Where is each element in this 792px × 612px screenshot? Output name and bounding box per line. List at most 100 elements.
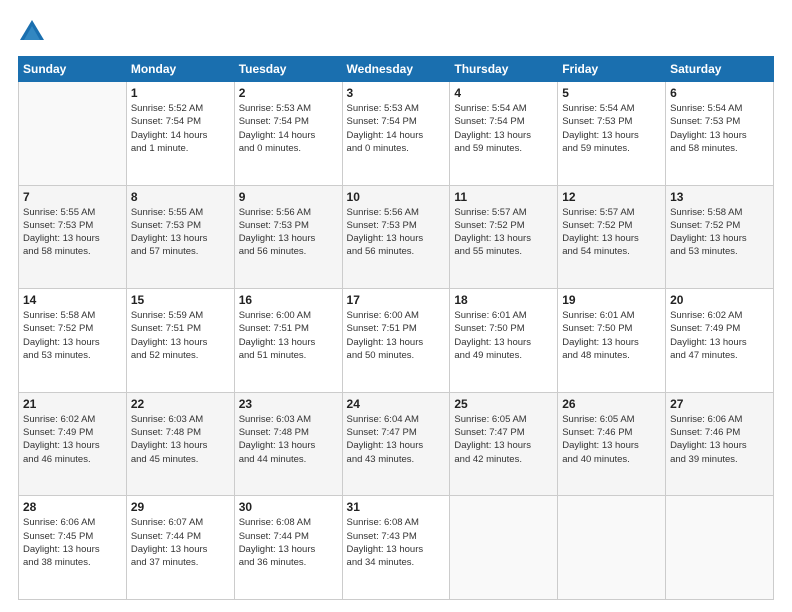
page: SundayMondayTuesdayWednesdayThursdayFrid…	[0, 0, 792, 612]
calendar-cell	[558, 496, 666, 600]
weekday-header-thursday: Thursday	[450, 57, 558, 82]
cell-line: and 53 minutes.	[23, 349, 122, 362]
cell-line: Sunset: 7:44 PM	[131, 530, 230, 543]
day-number: 7	[23, 190, 122, 204]
weekday-header-monday: Monday	[126, 57, 234, 82]
cell-line: Daylight: 13 hours	[347, 439, 446, 452]
cell-line: and 38 minutes.	[23, 556, 122, 569]
cell-line: Sunrise: 5:57 AM	[562, 206, 661, 219]
cell-line: Sunset: 7:50 PM	[562, 322, 661, 335]
cell-line: Daylight: 13 hours	[131, 336, 230, 349]
calendar-cell: 15Sunrise: 5:59 AMSunset: 7:51 PMDayligh…	[126, 289, 234, 393]
cell-line: Sunrise: 5:58 AM	[23, 309, 122, 322]
cell-line: Daylight: 14 hours	[347, 129, 446, 142]
cell-line: Sunset: 7:47 PM	[347, 426, 446, 439]
cell-line: Sunrise: 6:07 AM	[131, 516, 230, 529]
cell-line: and 58 minutes.	[23, 245, 122, 258]
cell-line: Sunset: 7:52 PM	[454, 219, 553, 232]
cell-line: and 56 minutes.	[239, 245, 338, 258]
cell-line: Sunrise: 5:54 AM	[562, 102, 661, 115]
calendar-cell: 16Sunrise: 6:00 AMSunset: 7:51 PMDayligh…	[234, 289, 342, 393]
cell-line: Sunset: 7:53 PM	[239, 219, 338, 232]
day-number: 21	[23, 397, 122, 411]
day-number: 4	[454, 86, 553, 100]
logo-icon	[18, 18, 46, 46]
day-number: 8	[131, 190, 230, 204]
day-number: 2	[239, 86, 338, 100]
cell-line: Sunset: 7:53 PM	[23, 219, 122, 232]
header	[18, 18, 774, 46]
cell-line: Sunrise: 6:00 AM	[239, 309, 338, 322]
day-number: 9	[239, 190, 338, 204]
cell-line: Sunrise: 6:03 AM	[131, 413, 230, 426]
calendar-cell: 11Sunrise: 5:57 AMSunset: 7:52 PMDayligh…	[450, 185, 558, 289]
cell-line: Daylight: 13 hours	[347, 543, 446, 556]
calendar-cell: 22Sunrise: 6:03 AMSunset: 7:48 PMDayligh…	[126, 392, 234, 496]
weekday-header-saturday: Saturday	[666, 57, 774, 82]
cell-line: Sunset: 7:49 PM	[23, 426, 122, 439]
cell-line: Daylight: 13 hours	[454, 336, 553, 349]
cell-line: Daylight: 13 hours	[454, 129, 553, 142]
cell-line: and 50 minutes.	[347, 349, 446, 362]
cell-line: Sunset: 7:45 PM	[23, 530, 122, 543]
calendar-cell: 4Sunrise: 5:54 AMSunset: 7:54 PMDaylight…	[450, 82, 558, 186]
logo	[18, 18, 50, 46]
cell-line: Sunrise: 5:52 AM	[131, 102, 230, 115]
cell-line: Daylight: 13 hours	[239, 543, 338, 556]
cell-line: Sunrise: 6:05 AM	[562, 413, 661, 426]
cell-line: and 59 minutes.	[454, 142, 553, 155]
cell-line: and 0 minutes.	[347, 142, 446, 155]
day-number: 17	[347, 293, 446, 307]
cell-line: Sunrise: 5:58 AM	[670, 206, 769, 219]
day-number: 6	[670, 86, 769, 100]
cell-line: Sunrise: 6:04 AM	[347, 413, 446, 426]
day-number: 10	[347, 190, 446, 204]
cell-line: Sunset: 7:51 PM	[347, 322, 446, 335]
cell-line: Sunrise: 6:06 AM	[670, 413, 769, 426]
day-number: 23	[239, 397, 338, 411]
cell-line: Daylight: 13 hours	[131, 232, 230, 245]
cell-line: Sunrise: 6:08 AM	[347, 516, 446, 529]
calendar-week-row: 14Sunrise: 5:58 AMSunset: 7:52 PMDayligh…	[19, 289, 774, 393]
cell-line: Sunset: 7:54 PM	[239, 115, 338, 128]
weekday-header-tuesday: Tuesday	[234, 57, 342, 82]
cell-line: Sunset: 7:44 PM	[239, 530, 338, 543]
cell-line: and 51 minutes.	[239, 349, 338, 362]
calendar-cell: 19Sunrise: 6:01 AMSunset: 7:50 PMDayligh…	[558, 289, 666, 393]
cell-line: Sunrise: 5:54 AM	[454, 102, 553, 115]
cell-line: Daylight: 13 hours	[23, 439, 122, 452]
weekday-header-wednesday: Wednesday	[342, 57, 450, 82]
day-number: 20	[670, 293, 769, 307]
weekday-header-friday: Friday	[558, 57, 666, 82]
calendar-cell	[450, 496, 558, 600]
cell-line: Sunset: 7:50 PM	[454, 322, 553, 335]
cell-line: Daylight: 13 hours	[670, 129, 769, 142]
cell-line: and 39 minutes.	[670, 453, 769, 466]
cell-line: Daylight: 13 hours	[23, 232, 122, 245]
cell-line: Sunrise: 6:05 AM	[454, 413, 553, 426]
day-number: 5	[562, 86, 661, 100]
cell-line: and 54 minutes.	[562, 245, 661, 258]
day-number: 12	[562, 190, 661, 204]
cell-line: and 0 minutes.	[239, 142, 338, 155]
calendar-cell: 8Sunrise: 5:55 AMSunset: 7:53 PMDaylight…	[126, 185, 234, 289]
day-number: 26	[562, 397, 661, 411]
cell-line: Daylight: 13 hours	[562, 439, 661, 452]
day-number: 16	[239, 293, 338, 307]
cell-line: Sunrise: 6:03 AM	[239, 413, 338, 426]
cell-line: Daylight: 13 hours	[239, 336, 338, 349]
cell-line: Sunset: 7:52 PM	[562, 219, 661, 232]
weekday-header-row: SundayMondayTuesdayWednesdayThursdayFrid…	[19, 57, 774, 82]
cell-line: Sunrise: 5:53 AM	[239, 102, 338, 115]
cell-line: Sunrise: 5:56 AM	[239, 206, 338, 219]
calendar-cell: 30Sunrise: 6:08 AMSunset: 7:44 PMDayligh…	[234, 496, 342, 600]
calendar-cell: 24Sunrise: 6:04 AMSunset: 7:47 PMDayligh…	[342, 392, 450, 496]
cell-line: Sunrise: 5:54 AM	[670, 102, 769, 115]
day-number: 18	[454, 293, 553, 307]
calendar-cell: 20Sunrise: 6:02 AMSunset: 7:49 PMDayligh…	[666, 289, 774, 393]
cell-line: and 48 minutes.	[562, 349, 661, 362]
cell-line: Sunset: 7:53 PM	[670, 115, 769, 128]
cell-line: Sunrise: 5:55 AM	[23, 206, 122, 219]
calendar-table: SundayMondayTuesdayWednesdayThursdayFrid…	[18, 56, 774, 600]
cell-line: and 55 minutes.	[454, 245, 553, 258]
